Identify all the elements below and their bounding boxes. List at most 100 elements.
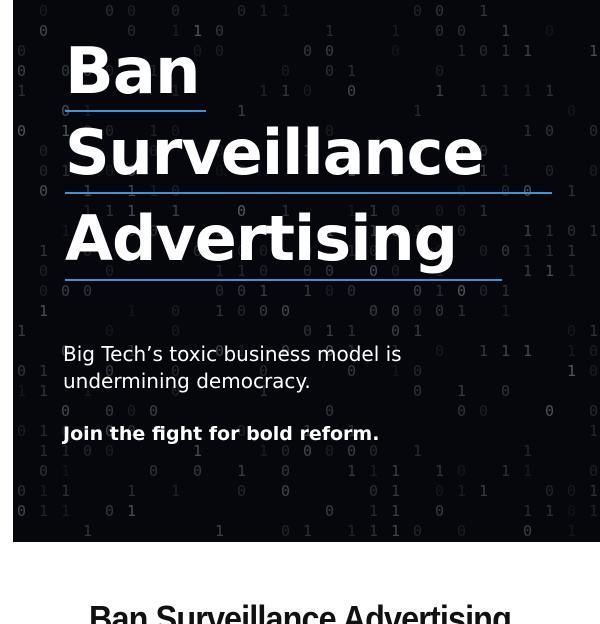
svg-text:0: 0 <box>325 502 334 520</box>
svg-text:1: 1 <box>391 502 400 520</box>
svg-text:1: 1 <box>501 462 510 480</box>
svg-text:0: 0 <box>457 22 466 40</box>
svg-text:0: 0 <box>501 242 510 260</box>
svg-text:0: 0 <box>545 162 554 180</box>
svg-text:0: 0 <box>215 42 224 60</box>
svg-text:0: 0 <box>391 42 400 60</box>
svg-text:0: 0 <box>391 302 400 320</box>
svg-text:1: 1 <box>127 302 136 320</box>
svg-text:1: 1 <box>127 502 136 520</box>
svg-text:0: 0 <box>413 2 422 20</box>
svg-text:0: 0 <box>457 402 466 420</box>
svg-text:0: 0 <box>61 282 70 300</box>
svg-text:0: 0 <box>435 502 444 520</box>
svg-text:0: 0 <box>17 362 26 380</box>
svg-text:0: 0 <box>413 282 422 300</box>
svg-text:0: 0 <box>39 22 48 40</box>
svg-text:0: 0 <box>369 482 378 500</box>
svg-text:0: 0 <box>435 482 444 500</box>
svg-text:1: 1 <box>545 502 554 520</box>
svg-text:0: 0 <box>259 302 268 320</box>
svg-text:0: 0 <box>567 222 576 240</box>
svg-text:0: 0 <box>567 482 576 500</box>
svg-text:1: 1 <box>479 2 488 20</box>
svg-text:0: 0 <box>479 42 488 60</box>
svg-text:1: 1 <box>61 462 70 480</box>
svg-text:1: 1 <box>391 22 400 40</box>
svg-text:0: 0 <box>105 2 114 20</box>
svg-text:1: 1 <box>435 82 444 100</box>
svg-text:1: 1 <box>479 482 488 500</box>
svg-text:1: 1 <box>215 302 224 320</box>
svg-text:0: 0 <box>479 282 488 300</box>
svg-text:0: 0 <box>105 502 114 520</box>
svg-text:1: 1 <box>435 462 444 480</box>
svg-text:0: 0 <box>413 302 422 320</box>
svg-text:1: 1 <box>391 462 400 480</box>
svg-text:0: 0 <box>39 262 48 280</box>
svg-text:0: 0 <box>83 282 92 300</box>
svg-text:0: 0 <box>61 402 70 420</box>
svg-text:1: 1 <box>39 482 48 500</box>
svg-text:1: 1 <box>127 482 136 500</box>
heading-underline-3 <box>65 279 502 281</box>
svg-text:0: 0 <box>237 2 246 20</box>
svg-text:1: 1 <box>567 522 576 540</box>
svg-text:0: 0 <box>237 282 246 300</box>
svg-text:0: 0 <box>457 202 466 220</box>
svg-text:0: 0 <box>127 402 136 420</box>
svg-text:1: 1 <box>369 522 378 540</box>
svg-text:0: 0 <box>39 2 48 20</box>
svg-text:1: 1 <box>17 82 26 100</box>
svg-text:1: 1 <box>347 62 356 80</box>
heading-underline-2 <box>65 192 552 194</box>
svg-text:1: 1 <box>523 462 532 480</box>
hero-heading-line-2: Surveillance <box>65 116 484 189</box>
svg-text:0: 0 <box>567 102 576 120</box>
svg-text:1: 1 <box>39 242 48 260</box>
svg-text:1: 1 <box>215 522 224 540</box>
svg-text:0: 0 <box>281 522 290 540</box>
svg-text:0: 0 <box>567 322 576 340</box>
svg-text:1: 1 <box>259 282 268 300</box>
svg-text:0: 0 <box>39 282 48 300</box>
svg-text:0: 0 <box>325 42 334 60</box>
svg-text:1: 1 <box>567 262 576 280</box>
svg-text:1: 1 <box>523 242 532 260</box>
svg-text:0: 0 <box>17 122 26 140</box>
svg-text:0: 0 <box>369 302 378 320</box>
svg-text:1: 1 <box>413 442 422 460</box>
svg-text:1: 1 <box>237 462 246 480</box>
svg-text:0: 0 <box>435 22 444 40</box>
svg-text:1: 1 <box>391 522 400 540</box>
svg-text:1: 1 <box>303 282 312 300</box>
svg-text:0: 0 <box>457 522 466 540</box>
svg-text:0: 0 <box>17 482 26 500</box>
svg-text:1: 1 <box>501 282 510 300</box>
svg-text:0: 0 <box>391 322 400 340</box>
svg-text:1: 1 <box>39 502 48 520</box>
svg-text:0: 0 <box>589 462 598 480</box>
svg-text:1: 1 <box>479 82 488 100</box>
svg-text:0: 0 <box>435 2 444 20</box>
svg-text:1: 1 <box>325 22 334 40</box>
svg-text:1: 1 <box>589 482 598 500</box>
svg-text:0: 0 <box>501 182 510 200</box>
svg-text:0: 0 <box>193 462 202 480</box>
svg-text:0: 0 <box>545 402 554 420</box>
svg-text:1: 1 <box>589 42 598 60</box>
svg-text:0: 0 <box>281 482 290 500</box>
svg-text:1: 1 <box>413 322 422 340</box>
svg-text:0: 0 <box>303 42 312 60</box>
svg-text:0: 0 <box>149 402 158 420</box>
svg-text:0: 0 <box>303 82 312 100</box>
svg-text:1: 1 <box>523 82 532 100</box>
svg-text:1: 1 <box>61 482 70 500</box>
svg-text:1: 1 <box>83 522 92 540</box>
svg-text:0: 0 <box>105 402 114 420</box>
svg-text:0: 0 <box>457 462 466 480</box>
svg-text:0: 0 <box>589 342 598 360</box>
svg-text:1: 1 <box>589 222 598 240</box>
svg-text:0: 0 <box>17 422 26 440</box>
svg-text:0: 0 <box>215 282 224 300</box>
